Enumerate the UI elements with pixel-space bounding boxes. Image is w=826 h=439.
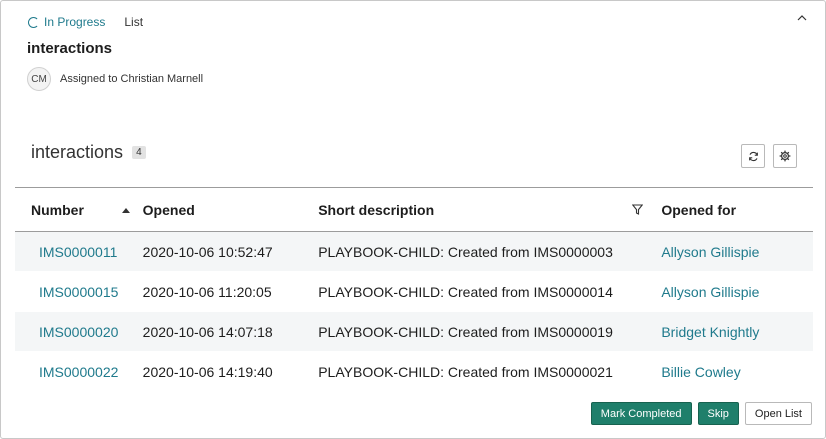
column-label: Opened for [661,201,737,218]
table-row: IMS0000020 2020-10-06 14:07:18 PLAYBOOK-… [15,311,813,352]
record-link[interactable]: IMS0000022 [39,364,118,380]
avatar[interactable]: CM [27,67,51,91]
cell-short-description: PLAYBOOK-CHILD: Created from IMS0000021 [318,351,662,392]
settings-button[interactable] [773,144,797,168]
cell-short-description: PLAYBOOK-CHILD: Created from IMS0000014 [318,271,662,312]
column-label: Opened [142,201,195,218]
cell-opened-for[interactable]: Allyson Gillispie [661,231,813,272]
sort-ascending-icon [121,208,130,214]
list-tag: List [124,15,144,29]
interactions-table: Number Opened Short description Opened f… [15,187,813,392]
gear-icon [779,150,791,162]
column-header-number[interactable]: Number [15,187,143,232]
cell-short-description: PLAYBOOK-CHILD: Created from IMS0000003 [318,231,662,272]
cell-opened-for[interactable]: Allyson Gillispie [661,271,813,312]
refresh-icon [748,151,758,161]
record-link[interactable]: IMS0000011 [39,244,117,260]
status-row: In Progress List [28,15,143,29]
cell-number[interactable]: IMS0000020 [15,311,143,352]
cell-opened-for[interactable]: Bridget Knightly [661,311,813,352]
cell-short-description: PLAYBOOK-CHILD: Created from IMS0000019 [318,311,662,352]
cell-opened: 2020-10-06 10:52:47 [142,231,319,272]
mark-completed-button[interactable]: Mark Completed [590,402,692,425]
column-header-opened-for[interactable]: Opened for [661,187,813,232]
column-header-short-description[interactable]: Short description [318,187,662,232]
user-link[interactable]: Bridget Knightly [661,324,759,340]
refresh-button[interactable] [741,144,765,168]
cell-opened: 2020-10-06 14:19:40 [142,351,319,392]
list-title: interactions [31,142,124,162]
skip-button[interactable]: Skip [697,402,739,425]
open-list-button[interactable]: Open List [744,402,812,425]
table-header-row: Number Opened Short description Opened f… [15,187,813,232]
cell-opened-for[interactable]: Billie Cowley [661,351,813,392]
list-header: interactions 4 [31,142,146,163]
footer-actions: Mark Completed Skip Open List [590,402,812,425]
filter-icon[interactable] [632,204,644,215]
cell-number[interactable]: IMS0000011 [15,231,143,272]
column-header-opened[interactable]: Opened [142,187,319,232]
user-link[interactable]: Billie Cowley [661,364,740,380]
user-link[interactable]: Allyson Gillispie [661,284,759,300]
table-row: IMS0000011 2020-10-06 10:52:47 PLAYBOOK-… [15,231,813,272]
record-link[interactable]: IMS0000015 [39,284,118,300]
status-text: In Progress [44,15,106,29]
user-link[interactable]: Allyson Gillispie [661,244,759,260]
table-row: IMS0000022 2020-10-06 14:19:40 PLAYBOOK-… [15,351,813,392]
cell-opened: 2020-10-06 11:20:05 [142,271,319,312]
chevron-up-icon [797,15,807,21]
spinner-icon [28,16,39,28]
cell-number[interactable]: IMS0000022 [15,351,143,392]
playbook-card: In Progress List interactions CM Assigne… [0,0,826,439]
assignment-row: CM Assigned to Christian Marnell [27,67,203,91]
column-label: Short description [318,201,435,218]
assigned-text: Assigned to Christian Marnell [60,73,204,85]
record-link[interactable]: IMS0000020 [39,324,118,340]
column-label: Number [31,201,84,218]
table-row: IMS0000015 2020-10-06 11:20:05 PLAYBOOK-… [15,271,813,312]
cell-number[interactable]: IMS0000015 [15,271,143,312]
collapse-button[interactable] [797,15,807,21]
count-badge: 4 [132,146,146,159]
card-title: interactions [27,40,113,57]
cell-opened: 2020-10-06 14:07:18 [142,311,319,352]
